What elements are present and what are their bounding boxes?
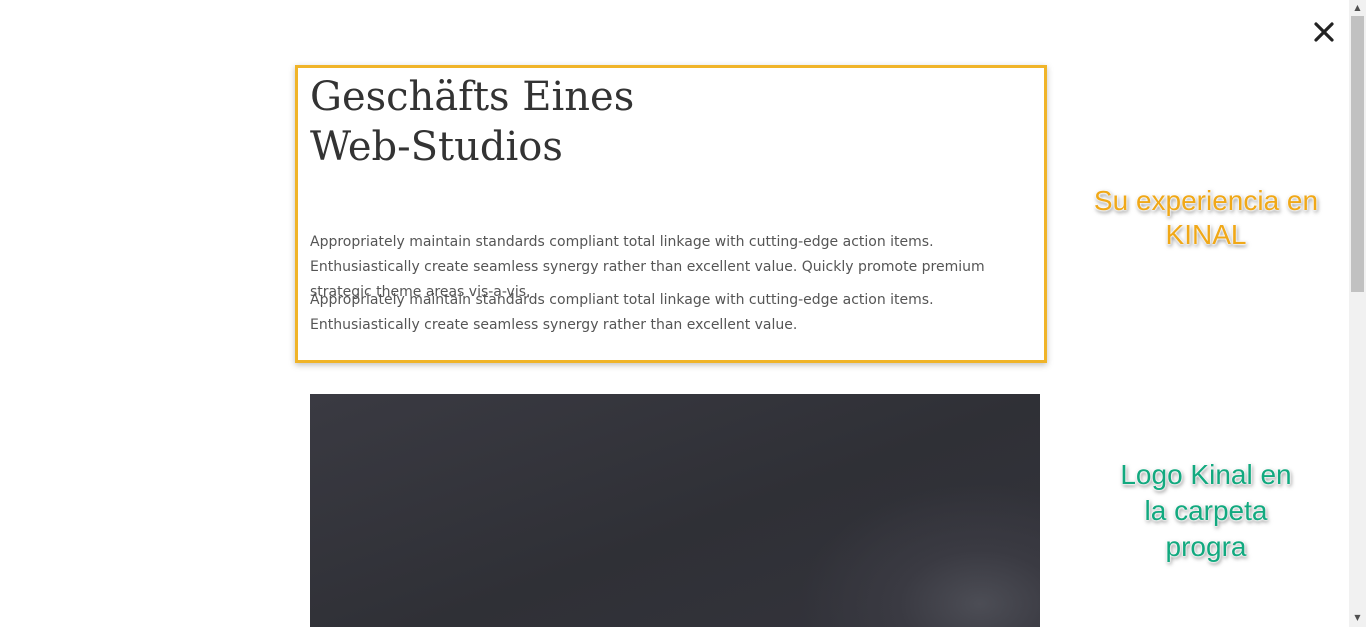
annotation-logo-line2: la carpeta — [1144, 495, 1268, 526]
annotation-experience: Su experiencia en KINAL — [1086, 184, 1326, 252]
annotation-logo-line1: Logo Kinal en — [1120, 459, 1292, 490]
scroll-thumb[interactable] — [1351, 16, 1364, 292]
annotation-experience-line1: Su experiencia en — [1093, 185, 1319, 216]
project-image — [310, 394, 1040, 627]
modal-paragraph-2: Appropriately maintain standards complia… — [310, 292, 934, 333]
close-icon — [1314, 22, 1334, 42]
scroll-up-arrow-icon[interactable]: ▲ — [1349, 0, 1366, 16]
annotation-experience-line2: KINAL — [1165, 219, 1247, 250]
modal-title-line1: Geschäfts Eines — [310, 74, 635, 120]
vertical-scrollbar[interactable]: ▲ ▼ — [1349, 0, 1366, 627]
scroll-down-arrow-icon[interactable]: ▼ — [1349, 610, 1366, 626]
modal-title: Geschäfts Eines Web-Studios — [310, 72, 634, 172]
annotation-logo: Logo Kinal en la carpeta progra — [1086, 457, 1326, 565]
modal-text-section: Geschäfts Eines Web-Studios Appropriatel… — [295, 65, 1047, 363]
annotation-logo-line3: progra — [1165, 531, 1247, 562]
modal-title-line2: Web-Studios — [310, 124, 563, 170]
close-button[interactable] — [1310, 18, 1338, 46]
